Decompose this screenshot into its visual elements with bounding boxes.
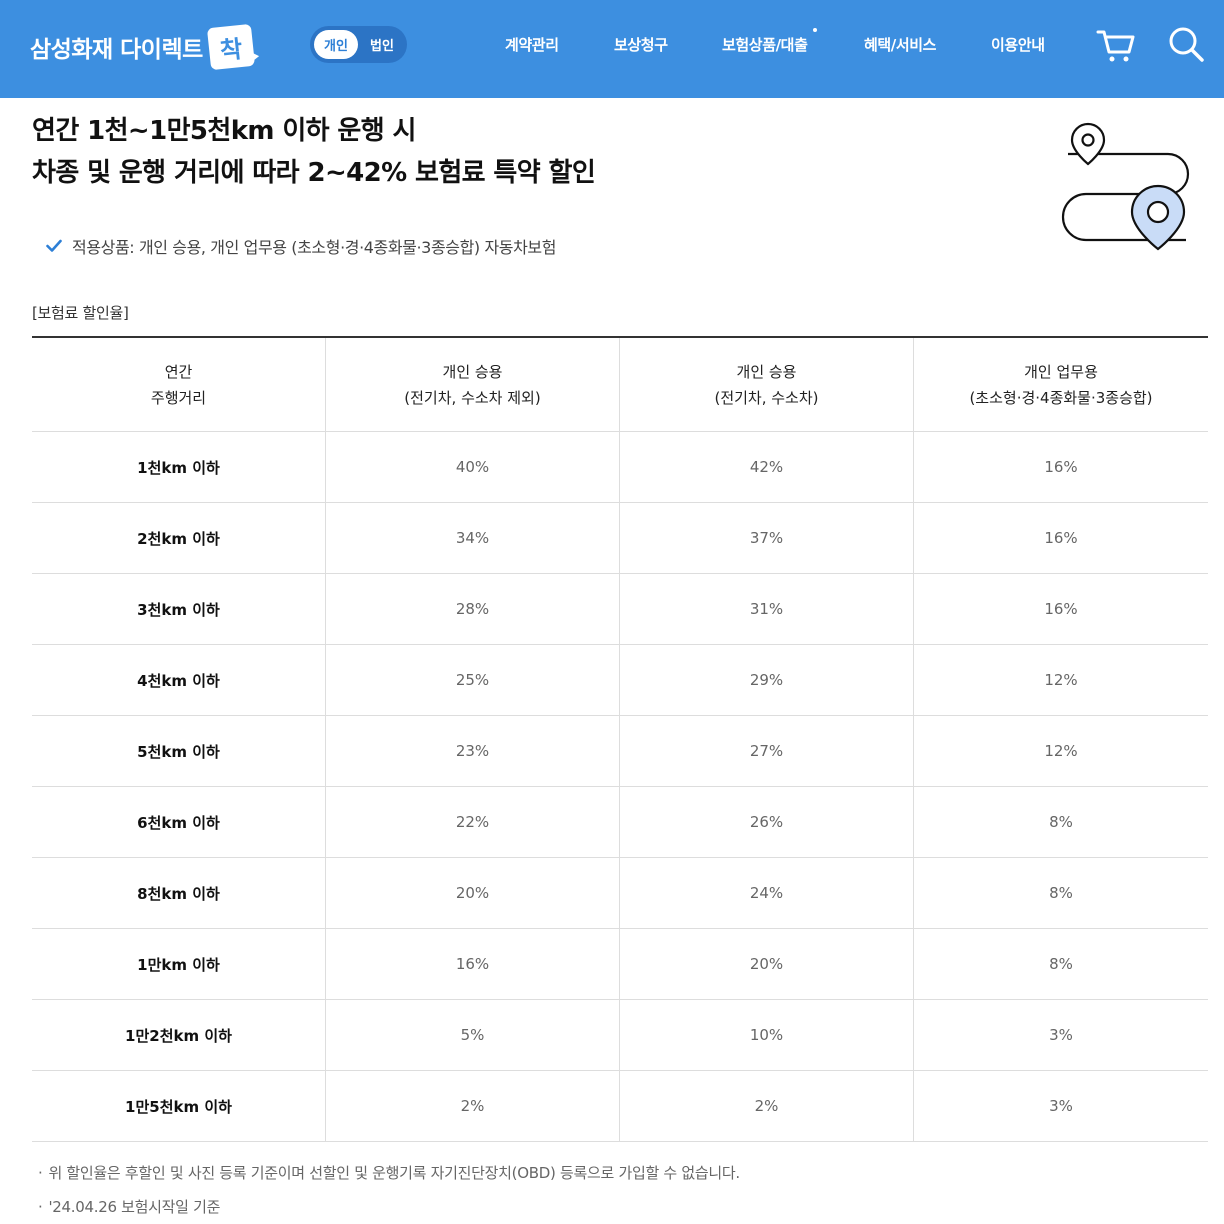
distance-cell: 4천km 이하 (32, 645, 326, 715)
header-personal-car-ev: 개인 승용 (전기차, 수소차) (620, 338, 914, 431)
check-icon (46, 239, 62, 253)
discount-rate-cell: 24% (620, 858, 914, 928)
brand-badge: 착 (206, 23, 255, 71)
discount-rate-cell: 10% (620, 1000, 914, 1070)
table-row: 8천km 이하 20% 24% 8% (32, 858, 1208, 929)
distance-cell: 2천km 이하 (32, 503, 326, 573)
route-map-pin-illustration (1058, 118, 1194, 258)
discount-rate-cell: 34% (326, 503, 620, 573)
discount-rate-label: [보험료 할인율] (32, 304, 129, 322)
table-row: 6천km 이하 22% 26% 8% (32, 787, 1208, 858)
note-reference-date: · '24.04.26 보험시작일 기준 (38, 1198, 221, 1216)
discount-rate-table: 연간 주행거리 개인 승용 (전기차, 수소차 제외) 개인 승용 (전기차, 수소차… (32, 336, 1208, 1142)
header-annual-distance: 연간 주행거리 (32, 338, 326, 431)
applied-products-text: 적용상품: 개인 승용, 개인 업무용 (초소형·경·4종화물·3종승합) 자동… (72, 238, 557, 257)
distance-cell: 1만km 이하 (32, 929, 326, 999)
discount-rate-cell: 2% (620, 1071, 914, 1141)
table-row: 5천km 이하 23% 27% 12% (32, 716, 1208, 787)
discount-rate-cell: 16% (1044, 458, 1078, 476)
search-icon[interactable] (1164, 22, 1208, 66)
discount-rate-cell: 2% (326, 1071, 620, 1141)
discount-rate-cell: 12% (1044, 742, 1078, 760)
distance-cell: 6천km 이하 (32, 787, 326, 857)
table-row: 1천km 이하 40% 42% 16% (32, 432, 1208, 503)
nav-products-loans[interactable]: 보험상품/대출 (722, 34, 808, 55)
discount-rate-cell: 28% (326, 574, 620, 644)
brand-logo[interactable]: 삼성화재 다이렉트 착 (30, 23, 255, 71)
brand-name: 삼성화재 다이렉트 (30, 37, 203, 63)
nav-claims[interactable]: 보상청구 (614, 34, 668, 55)
header-personal-business: 개인 업무용 (초소형·경·4종화물·3종승합) (969, 362, 1153, 407)
table-body: 1천km 이하 40% 42% 16% 2천km 이하 34% 37% 16% 3천km 이하 2… (32, 432, 1208, 1142)
toggle-personal[interactable]: 개인 (314, 30, 358, 59)
table-row: 2천km 이하 34% 37% 16% (32, 503, 1208, 574)
distance-cell: 5천km 이하 (32, 716, 326, 786)
discount-rate-cell: 27% (620, 716, 914, 786)
discount-rate-cell: 12% (1044, 671, 1078, 689)
discount-rate-cell: 22% (326, 787, 620, 857)
discount-rate-cell: 42% (620, 432, 914, 502)
top-header: 삼성화재 다이렉트 착 개인 법인 계약관리 보상청구 보험상품/대출 혜택/서… (0, 0, 1224, 98)
note-discount-basis: · 위 할인율은 후할인 및 사진 등록 기준이며 선할인 및 운행기록 자기진단… (38, 1164, 740, 1182)
table-row: 1만km 이하 16% 20% 8% (32, 929, 1208, 1000)
discount-rate-cell: 23% (326, 716, 620, 786)
page-title: 연간 1천~1만5천km 이하 운행 시 차종 및 운행 거리에 따라 2~42… (32, 110, 596, 194)
discount-rate-cell: 26% (620, 787, 914, 857)
discount-rate-cell: 31% (620, 574, 914, 644)
table-row: 1만5천km 이하 2% 2% 3% (32, 1071, 1208, 1142)
distance-cell: 1만2천km 이하 (32, 1000, 326, 1070)
title-line-2: 차종 및 운행 거리에 따라 2~42% 보험료 특약 할인 (32, 158, 596, 188)
applied-products: 적용상품: 개인 승용, 개인 업무용 (초소형·경·4종화물·3종승합) 자동… (46, 234, 556, 258)
discount-rate-cell: 16% (326, 929, 620, 999)
discount-rate-cell: 8% (1049, 955, 1073, 973)
title-line-1: 연간 1천~1만5천km 이하 운행 시 (32, 116, 416, 146)
discount-rate-cell: 3% (1049, 1097, 1073, 1115)
discount-rate-cell: 16% (1044, 529, 1078, 547)
toggle-corporate[interactable]: 법인 (360, 30, 404, 59)
discount-rate-cell: 5% (326, 1000, 620, 1070)
cart-icon[interactable] (1094, 22, 1138, 66)
discount-rate-cell: 40% (326, 432, 620, 502)
discount-rate-cell: 29% (620, 645, 914, 715)
discount-rate-cell: 3% (1049, 1026, 1073, 1044)
table-row: 3천km 이하 28% 31% 16% (32, 574, 1208, 645)
discount-rate-cell: 20% (620, 929, 914, 999)
nav-contract-management[interactable]: 계약관리 (505, 34, 559, 55)
table-row: 1만2천km 이하 5% 10% 3% (32, 1000, 1208, 1071)
new-indicator-dot (813, 28, 817, 32)
discount-rate-cell: 8% (1049, 813, 1073, 831)
table-header: 연간 주행거리 개인 승용 (전기차, 수소차 제외) 개인 승용 (전기차, 수소차… (32, 338, 1208, 432)
customer-type-toggle[interactable]: 개인 법인 (310, 26, 407, 63)
discount-rate-cell: 25% (326, 645, 620, 715)
nav-benefits-services[interactable]: 혜택/서비스 (864, 34, 936, 55)
discount-rate-cell: 16% (1044, 600, 1078, 618)
discount-rate-cell: 37% (620, 503, 914, 573)
nav-guide[interactable]: 이용안내 (991, 34, 1045, 55)
distance-cell: 8천km 이하 (32, 858, 326, 928)
header-personal-car-non-ev: 개인 승용 (전기차, 수소차 제외) (326, 338, 620, 431)
distance-cell: 1만5천km 이하 (32, 1071, 326, 1141)
distance-cell: 1천km 이하 (32, 432, 326, 502)
discount-rate-cell: 8% (1049, 884, 1073, 902)
discount-rate-cell: 20% (326, 858, 620, 928)
distance-cell: 3천km 이하 (32, 574, 326, 644)
table-row: 4천km 이하 25% 29% 12% (32, 645, 1208, 716)
